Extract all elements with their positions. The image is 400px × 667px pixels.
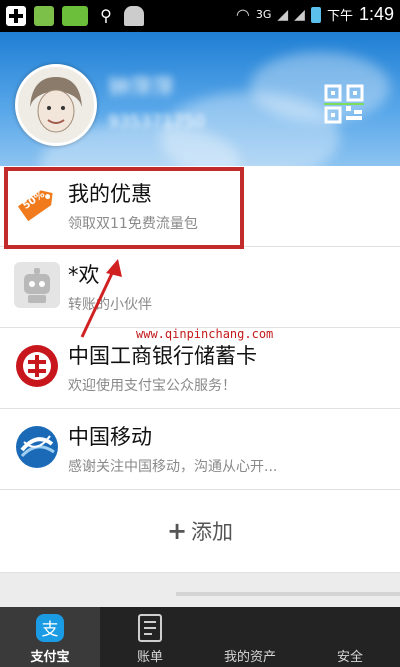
status-bar: ⚲ ◠ 3G ◢ ◢ 下午 1:49 (0, 0, 400, 32)
tab-assets[interactable]: 我的资产 (200, 607, 300, 667)
alipay-icon: 支 (34, 612, 66, 644)
signal-icon: ◢ (277, 6, 289, 23)
qr-code-icon[interactable] (324, 84, 364, 124)
plus-icon: + (166, 517, 188, 545)
assets-icon (234, 612, 266, 644)
tab-label: 我的资产 (223, 650, 276, 665)
discount-tag-icon: 50% (14, 181, 60, 227)
robot-icon (14, 262, 60, 308)
add-button[interactable]: + 添加 (0, 490, 400, 573)
tab-bar: 支 支付宝 账单 我的资产 安全 (0, 607, 400, 667)
time-prefix: 下午 (326, 9, 353, 24)
tab-bill[interactable]: 账单 (100, 607, 200, 667)
list-item-discount[interactable]: 50% 我的优惠 领取双11免费流量包 (0, 166, 400, 247)
security-icon (334, 612, 366, 644)
china-mobile-logo-icon (14, 424, 60, 470)
list-item-china-mobile[interactable]: 中国移动 感谢关注中国移动，沟通从心开... (0, 409, 400, 490)
signal-icon-2: ◢ (294, 6, 305, 23)
battery-notification-icon (62, 6, 88, 26)
svg-text:支: 支 (42, 620, 59, 640)
profile-id: 935371750 (108, 112, 206, 132)
tab-alipay[interactable]: 支 支付宝 (0, 607, 100, 667)
icbc-logo-icon (14, 343, 60, 389)
battery-charging-icon (310, 6, 321, 23)
avatar[interactable] (15, 64, 97, 146)
list-item-subtitle: 领取双11免费流量包 (68, 216, 198, 232)
add-notification-icon (6, 6, 26, 26)
network-type: 3G (255, 8, 272, 21)
tab-label: 账单 (136, 650, 163, 665)
usb-icon: ⚲ (100, 6, 112, 25)
android-icon (124, 6, 144, 26)
profile-header: 钟萍萍 935371750 (0, 32, 400, 166)
watermark: www.qinpinchang.com (136, 327, 274, 341)
profile-name: 钟萍萍 (108, 76, 175, 101)
list-item-subtitle: 欢迎使用支付宝公众服务！ (68, 378, 236, 394)
list-item-title: 中国移动 (68, 425, 152, 449)
list-item-subtitle: 感谢关注中国移动，沟通从心开... (68, 459, 278, 475)
list-item-title: 我的优惠 (68, 182, 152, 206)
clock: 1:49 (358, 4, 394, 24)
tab-label: 安全 (336, 650, 363, 665)
add-label: 添加 (191, 520, 234, 544)
tab-security[interactable]: 安全 (300, 607, 400, 667)
bill-icon (134, 612, 166, 644)
app-notification-icon (34, 6, 54, 26)
tab-label: 支付宝 (30, 650, 70, 665)
annotation-arrow (80, 259, 122, 338)
wifi-icon: ◠ (235, 5, 250, 24)
scrollbar (176, 592, 400, 596)
list-item-friend[interactable]: *欢 转账的小伙伴 (0, 247, 400, 328)
